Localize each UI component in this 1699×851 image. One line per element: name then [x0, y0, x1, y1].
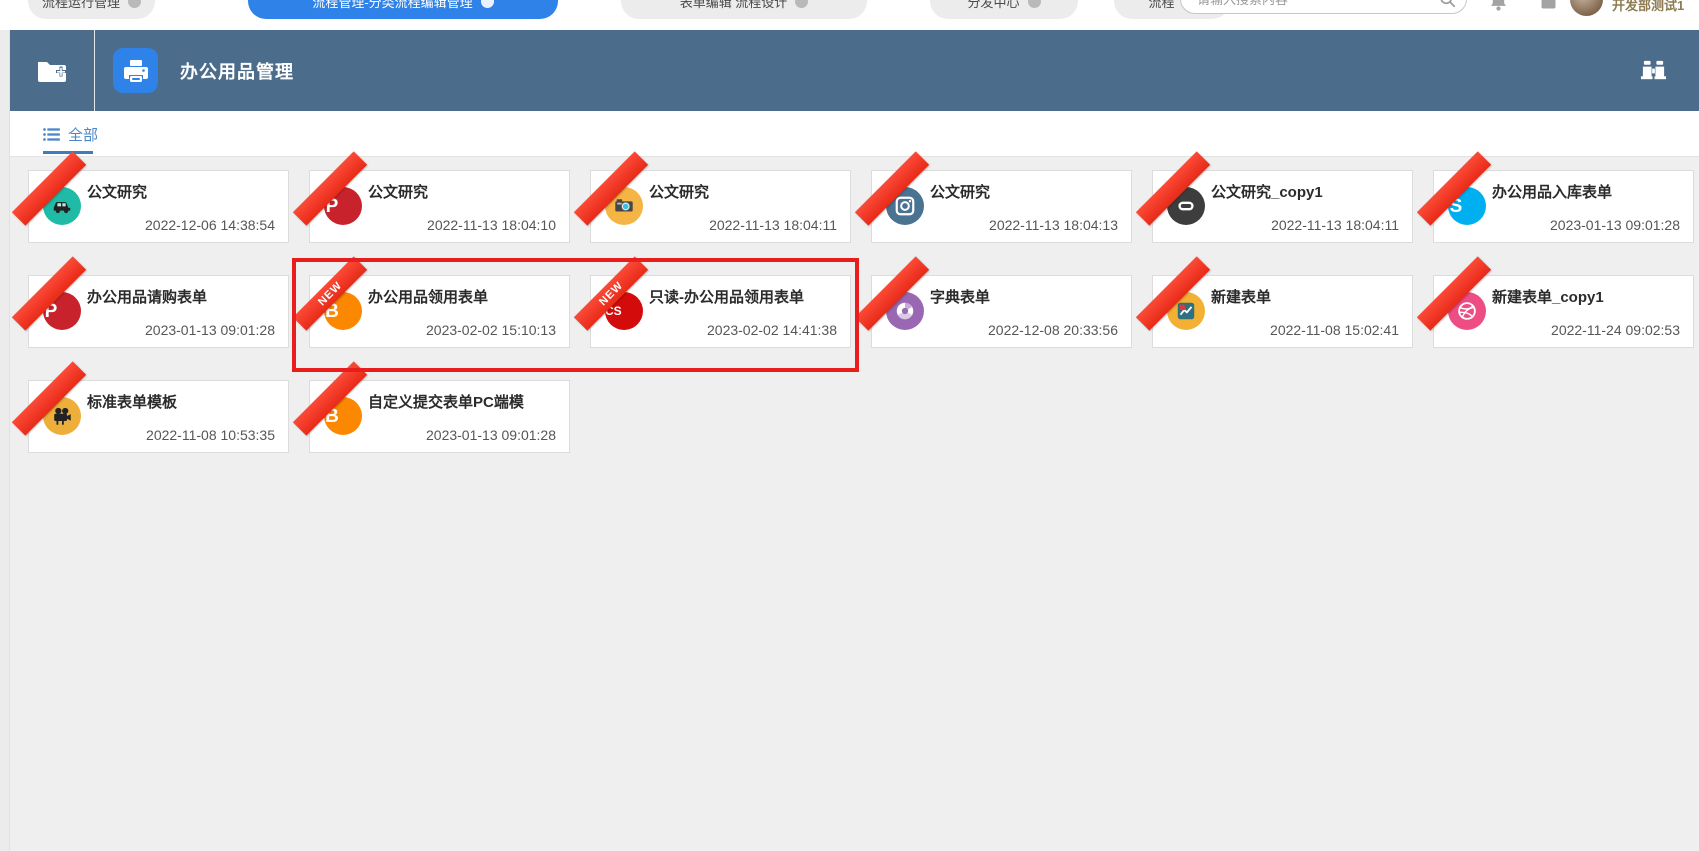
browser-tab-1[interactable]: 流程运行管理: [28, 0, 156, 19]
form-title: 办公用品请购表单: [87, 289, 208, 306]
tab-close-icon[interactable]: [1027, 0, 1041, 8]
form-title: 公文研究: [649, 184, 710, 201]
form-card[interactable]: NEW B 办公用品领用表单 2023-02-02 15:10:13: [292, 256, 570, 348]
form-card[interactable]: P 办公用品请购表单 2023-01-13 09:01:28: [11, 256, 289, 348]
browser-tab-label: 表单编辑 流程设计: [679, 0, 788, 10]
add-folder-button[interactable]: [10, 30, 94, 111]
form-date: 2022-11-13 18:04:10: [427, 217, 556, 233]
user-avatar[interactable]: [1570, 0, 1603, 16]
form-title: 字典表单: [930, 289, 991, 306]
form-title: 标准表单模板: [87, 394, 178, 411]
list-icon: [43, 127, 60, 142]
header-divider: [94, 30, 95, 111]
form-date: 2023-01-13 09:01:28: [1550, 217, 1680, 233]
global-search[interactable]: [1180, 0, 1467, 14]
browser-tab-label: 流程运行管理: [42, 0, 121, 10]
form-title: 新建表单: [1211, 289, 1272, 306]
form-title: 公文研究: [930, 184, 991, 201]
form-date: 2022-11-13 18:04:11: [709, 217, 837, 233]
username-label: 开发部测试1: [1612, 0, 1685, 13]
browser-tab-label: 分发中心: [967, 0, 1020, 10]
browser-tab-2[interactable]: 流程管理-分类流程编辑管理: [248, 0, 558, 19]
form-date: 2022-11-08 15:02:41: [1270, 322, 1399, 338]
browse-button[interactable]: [1640, 57, 1667, 84]
browser-tab-3[interactable]: 表单编辑 流程设计: [621, 0, 867, 19]
form-date: 2022-11-08 10:53:35: [146, 427, 275, 443]
form-card[interactable]: 公文研究 2022-11-13 18:04:11: [573, 151, 851, 243]
form-card[interactable]: 标准表单模板 2022-11-08 10:53:35: [11, 361, 289, 453]
active-tab-underline: [43, 151, 93, 154]
form-card[interactable]: S 办公用品入库表单 2023-01-13 09:01:28: [1416, 151, 1694, 243]
app-icon: [113, 48, 158, 93]
form-title: 公文研究: [368, 184, 429, 201]
form-date: 2023-02-02 14:41:38: [707, 322, 837, 338]
search-icon: [1439, 0, 1456, 8]
form-card[interactable]: 新建表单_copy1 2022-11-24 09:02:53: [1416, 256, 1694, 348]
printer-icon: [123, 58, 149, 84]
form-card[interactable]: P 公文研究 2022-11-13 18:04:10: [292, 151, 570, 243]
page-title: 办公用品管理: [180, 61, 294, 82]
form-card[interactable]: NEW CS 只读-办公用品领用表单 2023-02-02 14:41:38: [573, 256, 851, 348]
form-card[interactable]: 公文研究 2022-12-06 14:38:54: [11, 151, 289, 243]
form-date: 2022-12-08 20:33:56: [988, 322, 1118, 338]
form-title: 公文研究_copy1: [1211, 184, 1323, 201]
form-card[interactable]: 字典表单 2022-12-08 20:33:56: [854, 256, 1132, 348]
page-header: 办公用品管理: [10, 30, 1699, 111]
folder-plus-icon: [36, 58, 68, 84]
browser-tab-label: 流程: [1148, 0, 1175, 10]
form-date: 2023-02-02 15:10:13: [426, 322, 556, 338]
app-window: 流程运行管理 流程管理-分类流程编辑管理 表单编辑 流程设计 分发中心 流程 开发部测试…: [0, 0, 1699, 851]
form-date: 2022-11-24 09:02:53: [1551, 322, 1680, 338]
tab-close-icon[interactable]: [795, 0, 809, 8]
tab-close-icon[interactable]: [128, 0, 142, 8]
apps-grid-icon[interactable]: [1538, 0, 1559, 12]
binoculars-icon: [1640, 57, 1667, 84]
tab-all-label: 全部: [68, 126, 99, 144]
form-title: 自定义提交表单PC端模: [368, 394, 524, 411]
form-card[interactable]: 公文研究 2022-11-13 18:04:13: [854, 151, 1132, 243]
browser-tab-4[interactable]: 分发中心: [930, 0, 1078, 19]
filter-bar: 全部: [10, 111, 1699, 157]
notification-bell-icon[interactable]: [1488, 0, 1509, 12]
form-card[interactable]: 新建表单 2022-11-08 15:02:41: [1135, 256, 1413, 348]
form-title: 办公用品领用表单: [368, 289, 489, 306]
browser-tab-bar: 流程运行管理 流程管理-分类流程编辑管理 表单编辑 流程设计 分发中心 流程 开发部测试…: [0, 0, 1699, 30]
form-title: 新建表单_copy1: [1492, 289, 1604, 306]
search-input[interactable]: [1197, 0, 1439, 7]
form-title: 公文研究: [87, 184, 148, 201]
form-title: 只读-办公用品领用表单: [649, 289, 804, 306]
form-card-grid: 公文研究 2022-12-06 14:38:54 P 公文研究 2022-11-…: [0, 151, 1699, 453]
form-card[interactable]: B 自定义提交表单PC端模 2023-01-13 09:01:28: [292, 361, 570, 453]
form-date: 2022-11-13 18:04:13: [989, 217, 1118, 233]
form-date: 2023-01-13 09:01:28: [145, 322, 275, 338]
form-date: 2022-11-13 18:04:11: [1271, 217, 1399, 233]
browser-tab-label: 流程管理-分类流程编辑管理: [312, 0, 473, 10]
tab-close-icon[interactable]: [480, 0, 494, 8]
form-date: 2023-01-13 09:01:28: [426, 427, 556, 443]
form-card[interactable]: 公文研究_copy1 2022-11-13 18:04:11: [1135, 151, 1413, 243]
form-date: 2022-12-06 14:38:54: [145, 217, 275, 233]
form-title: 办公用品入库表单: [1492, 184, 1613, 201]
